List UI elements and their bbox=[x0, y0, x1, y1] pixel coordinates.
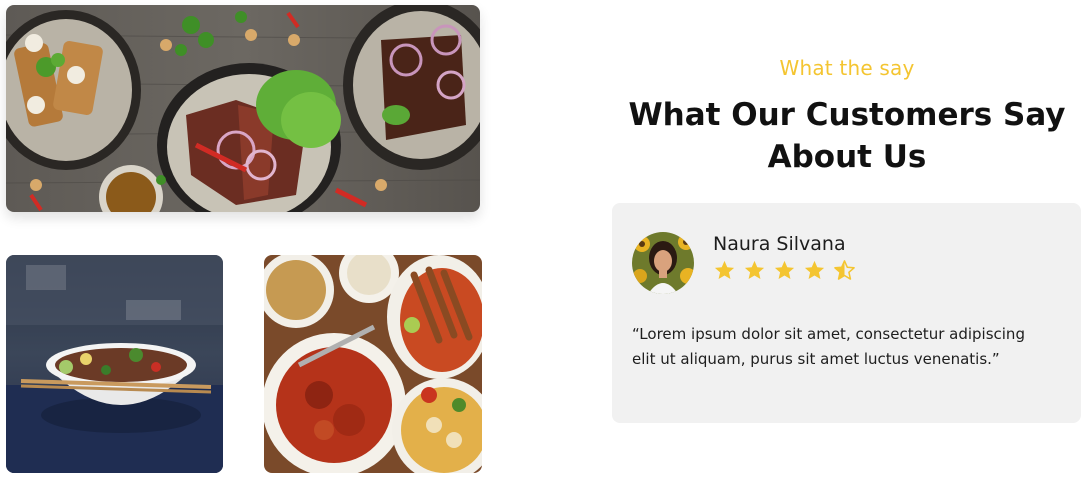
testimonial-quote: “Lorem ipsum dolor sit amet, consectetur… bbox=[632, 325, 1025, 368]
star-icon bbox=[804, 260, 825, 280]
section-title: What Our Customers Say About Us bbox=[628, 97, 1066, 175]
star-icon bbox=[744, 260, 765, 280]
indonesian-dishes-spread-photo bbox=[264, 255, 482, 473]
noodle-bowl-photo bbox=[6, 255, 223, 473]
reviewer-name: Naura Silvana bbox=[713, 233, 846, 255]
star-half-icon bbox=[834, 260, 855, 280]
star-icon bbox=[714, 260, 735, 280]
rating-stars bbox=[713, 259, 856, 282]
avatar bbox=[632, 232, 694, 294]
section-eyebrow: What the say bbox=[779, 56, 915, 80]
star-icon bbox=[774, 260, 795, 280]
grilled-steak-dishes-photo bbox=[6, 5, 480, 212]
testimonials-section: What the say What Our Customers Say Abou… bbox=[0, 0, 1082, 477]
testimonial-card: Naura Silvana “Lorem ipsum dolor sit ame… bbox=[612, 203, 1081, 423]
